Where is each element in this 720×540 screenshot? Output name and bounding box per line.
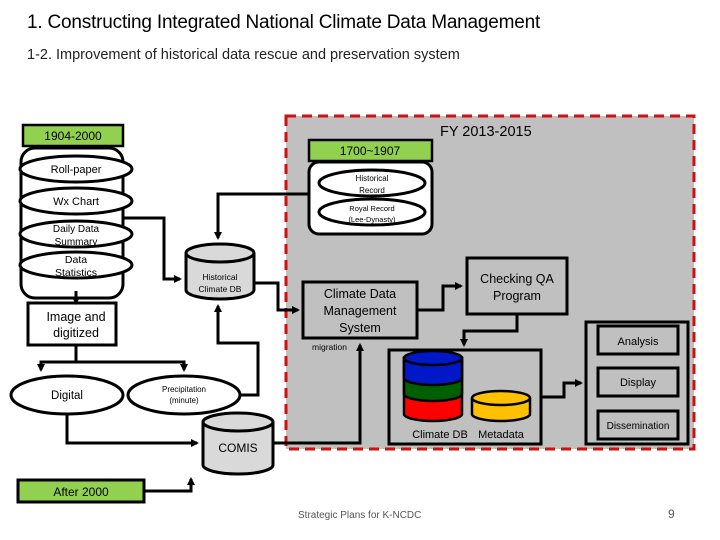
metadata-db [470,389,532,423]
precipitation-text-2: (minute) [169,396,199,405]
digital-text: Digital [51,390,83,402]
royal-record-text-2: (Lee-Dynasty) [348,215,396,224]
connector-image-to-precip [76,360,188,372]
data-statistics-text-2: Statistics [55,267,97,279]
display-text: Display [620,377,657,389]
connector-left-to-historical-db [123,216,182,283]
data-statistics-text: Data [65,254,87,266]
connector-digital-to-comis [65,414,199,447]
left-group-label-text: 1904-2000 [44,129,102,143]
cdms-text-2: Management [324,304,397,318]
image-digitized-text-2: digitized [53,326,99,340]
qa-text: Checking QA [480,272,554,286]
historical-db-text: Historical [203,272,238,282]
analysis-text: Analysis [618,336,659,348]
climate-db-stack [402,349,464,423]
connector-after2000-to-comis [144,477,195,493]
metadata-label: Metadata [478,429,525,441]
image-digitized-text: Image and [46,310,105,324]
historical-record-text-2: Record [359,186,385,195]
comis-text: COMIS [218,441,257,455]
cdms-text-3: System [339,321,381,335]
page-number: 9 [668,507,675,521]
migration-label: migration [312,342,347,352]
qa-box [465,256,569,316]
precipitation-text: Precipitation [162,385,206,394]
roll-paper-text: Roll-paper [51,164,102,176]
connector-image-split [37,345,78,372]
workflow-diagram: FY 2013-2015 1904-2000 Roll-paper Wx Cha… [9,114,696,504]
after-2000-text: After 2000 [53,485,109,499]
daily-summary-text: Daily Data [53,224,100,235]
cdms-text: Climate Data [324,287,396,301]
old-group-label-text: 1700~1907 [340,144,401,158]
royal-record-text: Royal Record [349,204,394,213]
historical-record-text: Historical [356,174,389,183]
historical-db-text-2: Climate DB [199,284,242,294]
project-label: FY 2013-2015 [440,124,532,140]
climate-db-label: Climate DB [412,429,468,441]
wx-chart-text: Wx Chart [53,196,99,208]
footer-text: Strategic Plans for K-NCDC [298,510,422,521]
daily-summary-text-2: Summary [55,237,98,248]
precipitation-node [126,374,242,416]
qa-text-2: Program [493,289,541,303]
dissemination-text: Dissemination [607,421,670,432]
